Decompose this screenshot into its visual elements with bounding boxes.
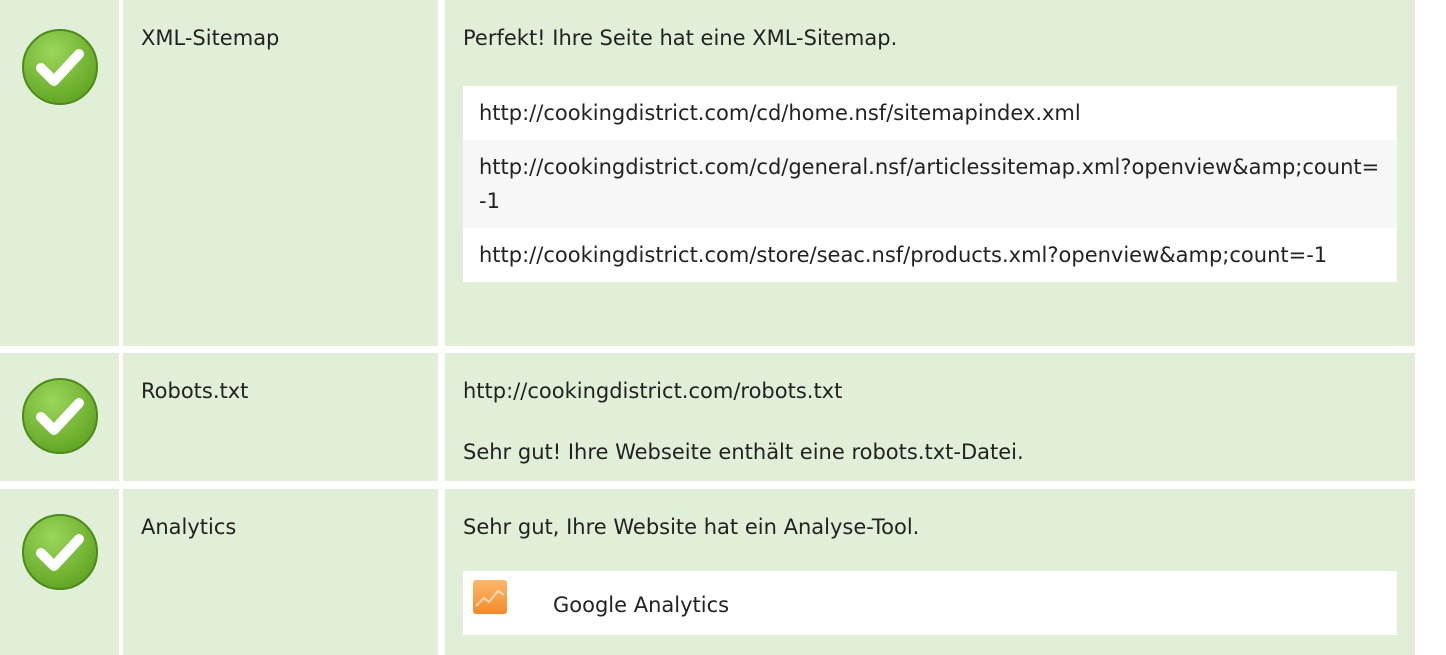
label-cell-robots: Robots.txt bbox=[123, 353, 438, 481]
result-cell-sitemap: Perfekt! Ihre Seite hat eine XML-Sitemap… bbox=[445, 0, 1415, 346]
check-label: Analytics bbox=[141, 515, 237, 539]
check-label: Robots.txt bbox=[141, 379, 249, 403]
sitemap-url: http://cookingdistrict.com/store/seac.ns… bbox=[463, 228, 1397, 282]
sitemap-url: http://cookingdistrict.com/cd/general.ns… bbox=[463, 140, 1397, 228]
result-message: Perfekt! Ihre Seite hat eine XML-Sitemap… bbox=[463, 26, 898, 50]
sitemap-url-list: http://cookingdistrict.com/cd/home.nsf/s… bbox=[463, 86, 1397, 282]
google-analytics-icon bbox=[473, 580, 507, 614]
status-cell-robots bbox=[0, 353, 119, 481]
check-label: XML-Sitemap bbox=[141, 26, 280, 50]
result-message: Sehr gut! Ihre Webseite enthält eine rob… bbox=[463, 440, 1024, 464]
status-cell-sitemap bbox=[0, 0, 119, 346]
result-cell-robots: http://cookingdistrict.com/robots.txt Se… bbox=[445, 353, 1415, 481]
robots-url: http://cookingdistrict.com/robots.txt bbox=[463, 379, 843, 403]
label-cell-sitemap: XML-Sitemap bbox=[123, 0, 438, 346]
status-cell-analytics bbox=[0, 489, 119, 655]
analytics-tool-name: Google Analytics bbox=[553, 593, 730, 617]
result-message: Sehr gut, Ihre Website hat ein Analyse-T… bbox=[463, 515, 920, 539]
analytics-tool-item: Google Analytics bbox=[463, 571, 1397, 635]
label-cell-analytics: Analytics bbox=[123, 489, 438, 655]
result-cell-analytics: Sehr gut, Ihre Website hat ein Analyse-T… bbox=[445, 489, 1415, 655]
check-icon bbox=[22, 29, 98, 105]
sitemap-url: http://cookingdistrict.com/cd/home.nsf/s… bbox=[463, 86, 1397, 140]
check-icon bbox=[22, 378, 98, 454]
check-icon bbox=[22, 514, 98, 590]
